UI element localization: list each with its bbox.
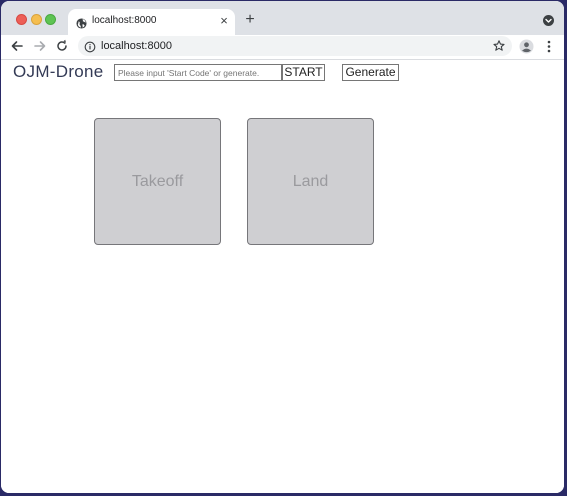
start-button[interactable]: START <box>282 64 325 81</box>
land-button[interactable]: Land <box>247 118 374 245</box>
forward-arrow-icon[interactable] <box>32 38 48 54</box>
star-icon[interactable] <box>492 39 506 53</box>
maximize-window-button[interactable] <box>45 14 56 25</box>
page-content: OJM-Drone START Generate Takeoff Land <box>1 60 564 493</box>
generate-button[interactable]: Generate <box>342 64 399 81</box>
tab-search-icon[interactable] <box>543 15 554 26</box>
brand-title: OJM-Drone <box>13 62 104 81</box>
close-tab-icon[interactable]: × <box>218 14 230 28</box>
info-icon[interactable] <box>84 40 96 53</box>
globe-icon <box>76 16 87 29</box>
url-text[interactable]: localhost:8000 <box>101 40 172 52</box>
kebab-menu-icon[interactable] <box>544 39 554 54</box>
reload-icon[interactable] <box>54 38 70 54</box>
takeoff-button[interactable]: Takeoff <box>94 118 221 245</box>
tab-title: localhost:8000 <box>92 15 157 26</box>
browser-toolbar: localhost:8000 <box>1 35 564 60</box>
tab-strip: localhost:8000 × + <box>1 1 564 35</box>
start-code-input[interactable] <box>114 64 282 81</box>
browser-window: localhost:8000 × + localhost:8000 OJM-Dr… <box>1 1 564 493</box>
address-bar[interactable]: localhost:8000 <box>78 36 512 56</box>
tab-localhost[interactable]: localhost:8000 × <box>68 9 235 35</box>
back-arrow-icon[interactable] <box>9 38 25 54</box>
minimize-window-button[interactable] <box>31 14 42 25</box>
close-window-button[interactable] <box>16 14 27 25</box>
new-tab-button[interactable]: + <box>243 12 257 28</box>
profile-icon[interactable] <box>519 39 534 54</box>
